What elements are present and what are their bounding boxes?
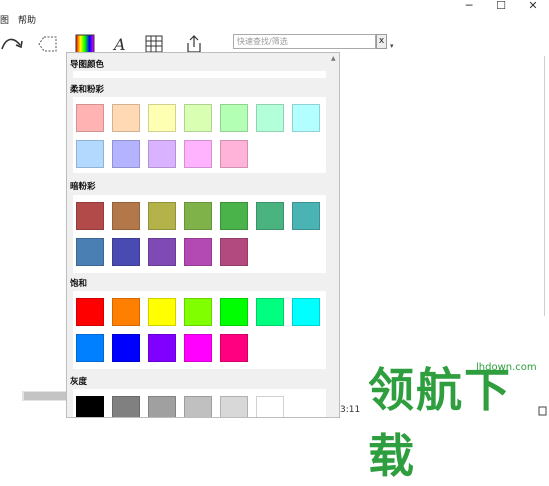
color-swatch[interactable] bbox=[112, 396, 140, 417]
color-swatch[interactable] bbox=[220, 396, 248, 417]
watermark-url: lhdown.com bbox=[476, 362, 537, 373]
color-swatch[interactable] bbox=[76, 298, 104, 326]
color-swatch[interactable] bbox=[76, 202, 104, 230]
menu-item-view[interactable]: 图 bbox=[0, 14, 9, 28]
color-swatch[interactable] bbox=[292, 104, 320, 132]
color-swatch[interactable] bbox=[148, 396, 176, 417]
color-swatch[interactable] bbox=[76, 334, 104, 362]
color-swatch[interactable] bbox=[184, 298, 212, 326]
color-swatch[interactable] bbox=[256, 298, 284, 326]
color-swatch[interactable] bbox=[184, 140, 212, 168]
maximize-button[interactable]: ☐ bbox=[485, 0, 517, 14]
menu-bar: 图 帮助 bbox=[0, 14, 45, 28]
color-swatch[interactable] bbox=[220, 238, 248, 266]
color-swatch[interactable] bbox=[256, 104, 284, 132]
color-swatch[interactable] bbox=[76, 238, 104, 266]
color-swatch[interactable] bbox=[184, 396, 212, 417]
window-controls: ─ ☐ ✕ bbox=[453, 0, 549, 14]
palette-saturated bbox=[73, 291, 326, 369]
color-swatch[interactable] bbox=[184, 238, 212, 266]
color-swatch[interactable] bbox=[148, 140, 176, 168]
color-swatch[interactable] bbox=[220, 298, 248, 326]
section-title-grayscale: 灰度 bbox=[70, 377, 88, 387]
color-swatch[interactable] bbox=[112, 334, 140, 362]
palette-soft-pastel bbox=[73, 97, 326, 173]
panel-title-bar bbox=[73, 71, 326, 78]
color-swatch[interactable] bbox=[148, 298, 176, 326]
minimize-button[interactable]: ─ bbox=[453, 0, 485, 14]
color-swatch[interactable] bbox=[256, 202, 284, 230]
watermark-logo: 领航下载 bbox=[368, 363, 512, 483]
map-color-panel: 导图颜色 柔和粉彩 暗粉彩 饱和 灰度 ▲ bbox=[66, 52, 340, 418]
panel-scrollbar[interactable]: ▲ bbox=[329, 53, 339, 417]
curve-arrow-icon[interactable] bbox=[0, 33, 28, 55]
section-title-soft-pastel: 柔和粉彩 bbox=[70, 85, 105, 95]
color-swatch[interactable] bbox=[220, 104, 248, 132]
boundary-icon[interactable] bbox=[36, 33, 60, 55]
color-swatch[interactable] bbox=[112, 298, 140, 326]
color-swatch[interactable] bbox=[76, 104, 104, 132]
scroll-up-icon[interactable]: ▲ bbox=[331, 55, 336, 62]
palette-dark-pastel bbox=[73, 195, 326, 273]
search-dropdown-icon[interactable]: ▾ bbox=[390, 42, 394, 50]
color-swatch[interactable] bbox=[220, 140, 248, 168]
section-title-saturated: 饱和 bbox=[70, 279, 88, 289]
color-swatch[interactable] bbox=[148, 104, 176, 132]
color-swatch[interactable] bbox=[148, 202, 176, 230]
close-button[interactable]: ✕ bbox=[517, 0, 549, 14]
color-swatch[interactable] bbox=[220, 334, 248, 362]
color-swatch[interactable] bbox=[112, 140, 140, 168]
color-swatch[interactable] bbox=[184, 104, 212, 132]
color-swatch[interactable] bbox=[112, 104, 140, 132]
color-swatch[interactable] bbox=[292, 298, 320, 326]
color-swatch[interactable] bbox=[112, 202, 140, 230]
color-swatch[interactable] bbox=[148, 334, 176, 362]
status-time: 3:11 bbox=[340, 405, 361, 415]
canvas-divider bbox=[544, 56, 545, 316]
color-swatch[interactable] bbox=[76, 396, 104, 417]
color-swatch[interactable] bbox=[148, 238, 176, 266]
section-title-dark-pastel: 暗粉彩 bbox=[70, 182, 96, 192]
color-swatch[interactable] bbox=[256, 396, 284, 417]
palette-grayscale bbox=[73, 389, 326, 417]
color-swatch[interactable] bbox=[184, 202, 212, 230]
search-input[interactable]: 快速查找/筛选 bbox=[233, 34, 376, 49]
panel-title: 导图颜色 bbox=[70, 60, 105, 70]
color-swatch[interactable] bbox=[292, 202, 320, 230]
color-swatch[interactable] bbox=[184, 334, 212, 362]
color-swatch[interactable] bbox=[112, 238, 140, 266]
clear-search-button[interactable]: x bbox=[376, 34, 387, 49]
color-swatch[interactable] bbox=[220, 202, 248, 230]
menu-item-help[interactable]: 帮助 bbox=[18, 14, 36, 28]
color-swatch[interactable] bbox=[76, 140, 104, 168]
